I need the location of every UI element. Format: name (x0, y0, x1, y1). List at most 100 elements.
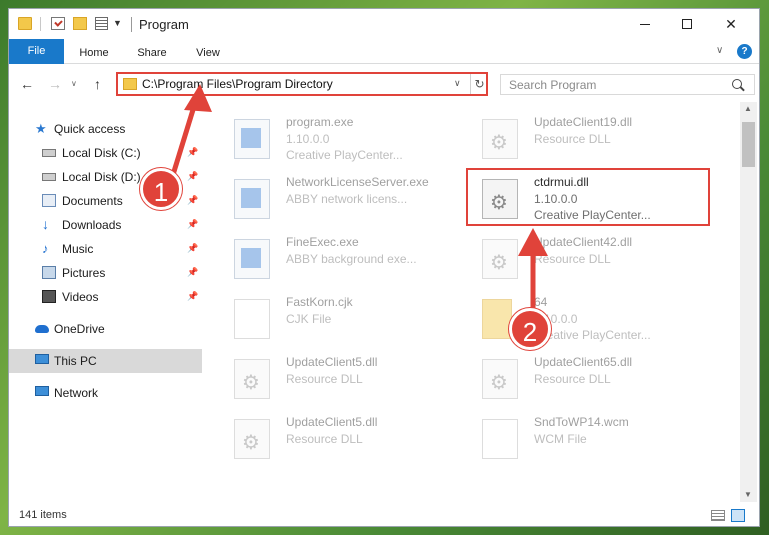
exe-icon (234, 119, 270, 159)
sidebar-item-videos[interactable]: Videos 📌 (9, 285, 202, 309)
sidebar-item-music[interactable]: ♪ Music 📌 (9, 237, 202, 261)
minimize-icon (640, 23, 650, 25)
file-name: UpdateClient42.dll (534, 235, 633, 249)
pin-icon[interactable]: 📌 (187, 171, 198, 182)
sidebar-item-downloads[interactable]: ↓ Downloads 📌 (9, 213, 202, 237)
file-name: NetworkLicenseServer.exe (286, 175, 429, 189)
search-input[interactable]: Search Program (509, 78, 596, 92)
file-item[interactable]: UpdateClient5.dll Resource DLL (204, 407, 444, 465)
scroll-up-icon[interactable]: ▲ (744, 104, 752, 113)
quick-access-divider (40, 17, 41, 31)
disk-icon (42, 173, 56, 181)
tab-file[interactable]: File (9, 39, 64, 64)
tab-home[interactable]: Home (69, 42, 119, 64)
new-folder-icon[interactable] (73, 17, 87, 30)
scroll-down-icon[interactable]: ▼ (744, 490, 752, 499)
sidebar-item-network[interactable]: Network (9, 381, 202, 405)
address-dropdown-chevron-icon[interactable]: ∨ (454, 78, 461, 89)
tab-share[interactable]: Share (127, 42, 177, 64)
recent-locations-chevron-icon[interactable]: ∨ (71, 79, 77, 88)
file-detail: Creative PlayCenter... (534, 328, 651, 342)
pin-icon[interactable]: 📌 (187, 219, 198, 230)
maximize-button[interactable] (665, 9, 709, 39)
sidebar-item-label: OneDrive (54, 322, 105, 336)
file-detail: WCM File (534, 432, 587, 446)
view-options-icon[interactable] (95, 17, 108, 30)
file-detail: Resource DLL (534, 372, 611, 386)
close-button[interactable]: ✕ (709, 9, 753, 39)
up-arrow-icon[interactable]: ↑ (94, 76, 101, 92)
scroll-thumb[interactable] (742, 122, 755, 167)
dll-icon (482, 119, 518, 159)
file-name: FastKorn.cjk (286, 295, 353, 309)
back-arrow-icon[interactable]: ← (20, 76, 34, 92)
vertical-scrollbar[interactable]: ▲ ▼ (740, 102, 757, 502)
documents-icon (42, 194, 56, 207)
file-name: UpdateClient65.dll (534, 355, 633, 369)
pin-icon[interactable]: 📌 (187, 147, 198, 158)
exe-icon (234, 179, 270, 219)
pin-icon[interactable]: 📌 (187, 267, 198, 278)
exe-icon (234, 239, 270, 279)
file-name: UpdateClient5.dll (286, 415, 378, 429)
pin-icon[interactable]: 📌 (187, 195, 198, 206)
refresh-icon[interactable]: ↻ (470, 74, 488, 94)
file-item[interactable]: SndToWP14.wcm WCM File (452, 407, 692, 465)
customize-toolbar-caret-icon[interactable]: ▼ (113, 18, 122, 28)
sidebar-item-this-pc[interactable]: This PC (9, 349, 202, 373)
file-detail: Resource DLL (534, 132, 611, 146)
expand-ribbon-chevron-icon[interactable]: ∨ (716, 45, 723, 56)
tab-view[interactable]: View (185, 42, 231, 64)
file-detail: Resource DLL (286, 372, 363, 386)
file-item[interactable]: UpdateClient42.dll Resource DLL (452, 227, 692, 285)
folder-icon (123, 78, 137, 90)
properties-icon[interactable] (51, 17, 65, 30)
forward-arrow-icon[interactable]: → (48, 76, 62, 92)
maximize-icon (682, 19, 692, 29)
step-badge-2: 2 (509, 308, 551, 350)
file-item[interactable]: FineExec.exe ABBY background exe... (204, 227, 444, 285)
star-icon: ★ (35, 121, 47, 136)
details-view-icon[interactable] (711, 510, 725, 521)
file-item[interactable]: 64 1.10.0.0 Creative PlayCenter... (452, 287, 692, 345)
music-icon: ♪ (42, 241, 49, 256)
disk-icon (42, 149, 56, 157)
sidebar-item-quick-access[interactable]: ★ Quick access (9, 117, 202, 141)
pin-icon[interactable]: 📌 (187, 243, 198, 254)
large-icons-view-icon[interactable] (731, 509, 745, 522)
address-bar[interactable]: C:\Program Files\Program Directory ∨ ↻ (116, 72, 488, 96)
sidebar-item-onedrive[interactable]: OneDrive (9, 317, 202, 341)
step-badge-1: 1 (140, 168, 182, 210)
sidebar-item-local-disk-c[interactable]: Local Disk (C:) 📌 (9, 141, 202, 165)
address-path[interactable]: C:\Program Files\Program Directory (142, 77, 333, 91)
computer-icon (35, 354, 49, 364)
file-name: 64 (534, 295, 548, 309)
minimize-button[interactable] (623, 9, 667, 39)
sidebar-item-label: Pictures (62, 266, 106, 280)
dll-icon (234, 359, 270, 399)
pin-icon[interactable]: 📌 (187, 291, 198, 302)
file-item[interactable]: NetworkLicenseServer.exe ABBY network li… (204, 167, 444, 225)
window-title: Program (139, 17, 189, 32)
file-item[interactable]: FastKorn.cjk CJK File (204, 287, 444, 345)
file-detail: Resource DLL (534, 252, 611, 266)
file-item[interactable]: program.exe 1.10.0.0 Creative PlayCenter… (204, 107, 444, 165)
search-icon[interactable] (732, 79, 742, 89)
sidebar-item-label: Videos (62, 290, 99, 304)
folder-icon (18, 17, 32, 30)
file-item[interactable]: UpdateClient65.dll Resource DLL (452, 347, 692, 405)
title-divider (131, 17, 132, 32)
sidebar-item-pictures[interactable]: Pictures 📌 (9, 261, 202, 285)
file-detail: CJK File (286, 312, 332, 326)
navigation-bar: ← → ∨ ↑ C:\Program Files\Program Directo… (9, 64, 759, 102)
sidebar-item-label: Music (62, 242, 94, 256)
search-box[interactable]: Search Program (500, 74, 755, 95)
network-icon (35, 386, 49, 396)
file-item[interactable]: UpdateClient5.dll Resource DLL (204, 347, 444, 405)
cloud-icon (35, 325, 49, 333)
sidebar-item-label: This PC (54, 354, 97, 368)
help-icon[interactable]: ? (737, 44, 752, 59)
download-icon: ↓ (42, 216, 49, 232)
folder-icon (482, 299, 512, 339)
file-item[interactable]: UpdateClient19.dll Resource DLL (452, 107, 692, 165)
